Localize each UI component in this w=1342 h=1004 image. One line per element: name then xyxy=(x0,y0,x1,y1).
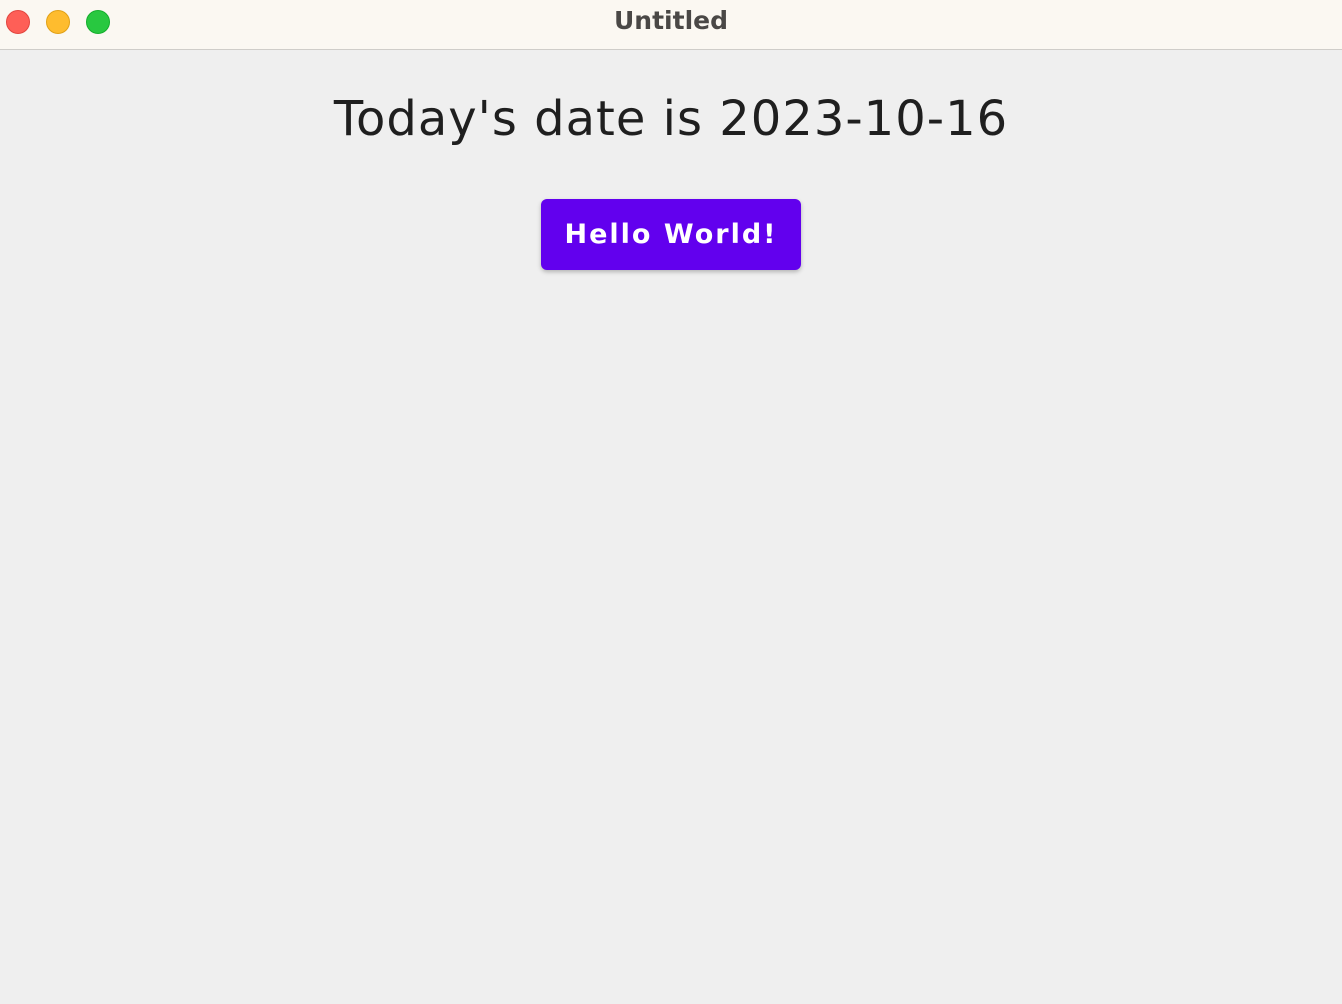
main-content: Today's date is 2023-10-16 Hello World! xyxy=(0,51,1342,1004)
hello-world-button[interactable]: Hello World! xyxy=(541,199,801,270)
date-heading: Today's date is 2023-10-16 xyxy=(333,91,1009,147)
title-bar[interactable]: Untitled xyxy=(0,0,1342,50)
window-title: Untitled xyxy=(614,6,728,35)
app-window: Untitled Today's date is 2023-10-16 Hell… xyxy=(0,0,1342,1004)
